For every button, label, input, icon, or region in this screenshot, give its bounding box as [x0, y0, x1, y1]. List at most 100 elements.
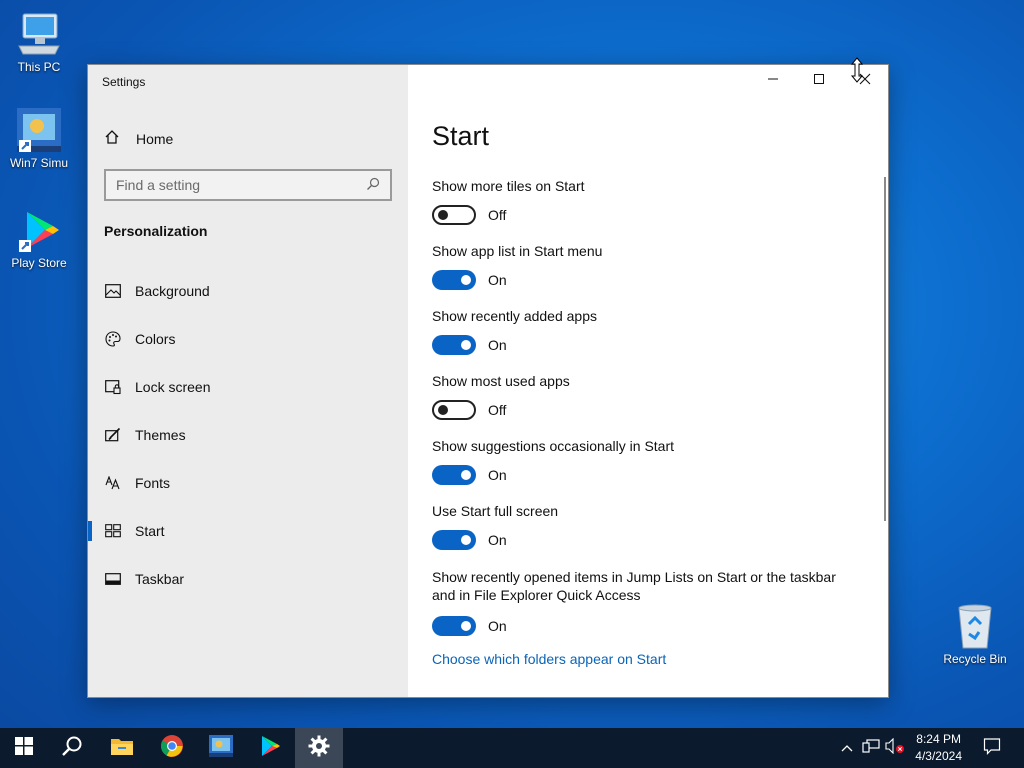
file-explorer-icon — [110, 736, 134, 761]
search-icon[interactable] — [366, 177, 380, 194]
taskbar-win7-simu[interactable] — [197, 728, 245, 768]
toggle-switch[interactable] — [432, 335, 476, 355]
setting-more-tiles: Show more tiles on Start Off — [432, 177, 852, 225]
search-icon — [61, 735, 83, 762]
desktop-icon-label: This PC — [17, 60, 61, 74]
setting-label: Show recently opened items in Jump Lists… — [432, 569, 836, 603]
toggle-state: On — [488, 467, 507, 483]
toggle-state: On — [488, 532, 507, 548]
setting-label: Show recently added apps — [432, 308, 597, 324]
sidebar-item-lock-screen[interactable]: Lock screen — [88, 367, 408, 407]
sidebar-item-label: Themes — [135, 427, 186, 443]
lock-screen-icon — [104, 378, 122, 396]
desktop-icon-recycle-bin[interactable]: Recycle Bin — [937, 602, 1013, 666]
taskbar-search-button[interactable] — [48, 728, 96, 768]
section-title: Personalization — [104, 223, 208, 239]
win7-simu-icon — [15, 106, 63, 154]
search-input[interactable] — [116, 177, 366, 193]
toggle-state: On — [488, 618, 507, 634]
chrome-icon — [160, 734, 184, 763]
notifications-button[interactable] — [970, 728, 1014, 768]
toggle-state: On — [488, 337, 507, 353]
setting-full-screen: Use Start full screen On — [432, 502, 852, 550]
setting-label: Show most used apps — [432, 373, 570, 389]
setting-jump-lists: Show recently opened items in Jump Lists… — [432, 568, 852, 636]
setting-most-used: Show most used apps Off — [432, 372, 852, 420]
fonts-icon — [104, 474, 122, 492]
toggle-switch[interactable] — [432, 530, 476, 550]
taskbar-chrome[interactable] — [148, 728, 196, 768]
volume-button[interactable] — [884, 728, 906, 768]
settings-icon — [308, 735, 330, 762]
desktop-icon-this-pc[interactable]: This PC — [1, 10, 77, 74]
settings-window: Settings Home Personalization Background — [87, 57, 889, 698]
chevron-up-icon — [841, 739, 853, 757]
desktop-icon-label: Win7 Simu — [9, 156, 68, 170]
taskbar: 8:24 PM 4/3/2024 — [0, 728, 1024, 768]
toggle-switch[interactable] — [432, 205, 476, 225]
network-icon — [862, 738, 880, 758]
play-store-icon — [15, 206, 63, 254]
toggle-state: Off — [488, 207, 507, 223]
sidebar-item-label: Lock screen — [135, 379, 211, 395]
volume-muted-icon — [885, 737, 905, 759]
sidebar-item-home[interactable]: Home — [104, 129, 173, 148]
taskbar-file-explorer[interactable] — [98, 728, 146, 768]
toggle-switch[interactable] — [432, 270, 476, 290]
scrollbar[interactable] — [884, 177, 886, 521]
network-button[interactable] — [860, 728, 882, 768]
setting-app-list: Show app list in Start menu On — [432, 242, 852, 290]
search-box[interactable] — [104, 169, 392, 201]
sidebar-item-colors[interactable]: Colors — [88, 319, 408, 359]
settings-content: Start Show more tiles on Start Off Show … — [408, 65, 888, 697]
setting-label: Show app list in Start menu — [432, 243, 603, 259]
toggle-switch[interactable] — [432, 465, 476, 485]
page-title: Start — [432, 121, 490, 151]
picture-icon — [104, 282, 122, 300]
toggle-state: On — [488, 272, 507, 288]
show-hidden-icons-button[interactable] — [838, 728, 856, 768]
taskbar-clock[interactable]: 8:24 PM 4/3/2024 — [915, 731, 962, 765]
play-store-icon — [258, 734, 282, 763]
notification-icon — [983, 737, 1001, 760]
palette-icon — [104, 330, 122, 348]
start-icon — [15, 736, 33, 760]
sidebar-item-label: Fonts — [135, 475, 171, 491]
sidebar-item-start[interactable]: Start — [88, 511, 408, 551]
taskbar-icon — [104, 570, 122, 588]
toggle-switch[interactable] — [432, 400, 476, 420]
this-pc-icon — [15, 10, 63, 58]
home-icon — [104, 129, 124, 148]
setting-suggestions: Show suggestions occasionally in Start O… — [432, 437, 852, 485]
window-title: Settings — [102, 75, 146, 89]
desktop-icon-win7-simu[interactable]: Win7 Simu — [1, 106, 77, 170]
clock-time: 8:24 PM — [916, 732, 961, 746]
sidebar-item-fonts[interactable]: Fonts — [88, 463, 408, 503]
clock-date: 4/3/2024 — [915, 749, 962, 763]
sidebar-item-label: Colors — [135, 331, 176, 347]
setting-label: Show suggestions occasionally in Start — [432, 438, 675, 454]
setting-label: Show more tiles on Start — [432, 178, 585, 194]
sidebar-item-label: Start — [135, 523, 165, 539]
themes-icon — [104, 426, 122, 444]
taskbar-settings[interactable] — [295, 728, 343, 768]
choose-folders-link[interactable]: Choose which folders appear on Start — [432, 651, 666, 667]
desktop-icon-label: Play Store — [11, 256, 67, 270]
desktop-icon-play-store[interactable]: Play Store — [1, 206, 77, 270]
start-layout-icon — [104, 522, 122, 540]
sidebar-item-background[interactable]: Background — [88, 271, 408, 311]
setting-recently-added: Show recently added apps On — [432, 307, 852, 355]
sidebar-item-themes[interactable]: Themes — [88, 415, 408, 455]
sidebar-item-label: Background — [135, 283, 210, 299]
toggle-switch[interactable] — [432, 616, 476, 636]
sidebar-item-label: Taskbar — [135, 571, 185, 587]
sidebar-item-taskbar[interactable]: Taskbar — [88, 559, 408, 599]
recycle-bin-icon — [951, 602, 999, 650]
sidebar-home-label: Home — [136, 130, 174, 147]
desktop-icon-label: Recycle Bin — [943, 652, 1007, 666]
setting-label: Use Start full screen — [432, 503, 559, 519]
settings-sidebar: Settings Home Personalization Background — [88, 65, 408, 697]
start-button[interactable] — [0, 728, 48, 768]
toggle-state: Off — [488, 402, 507, 418]
taskbar-play-store[interactable] — [246, 728, 294, 768]
